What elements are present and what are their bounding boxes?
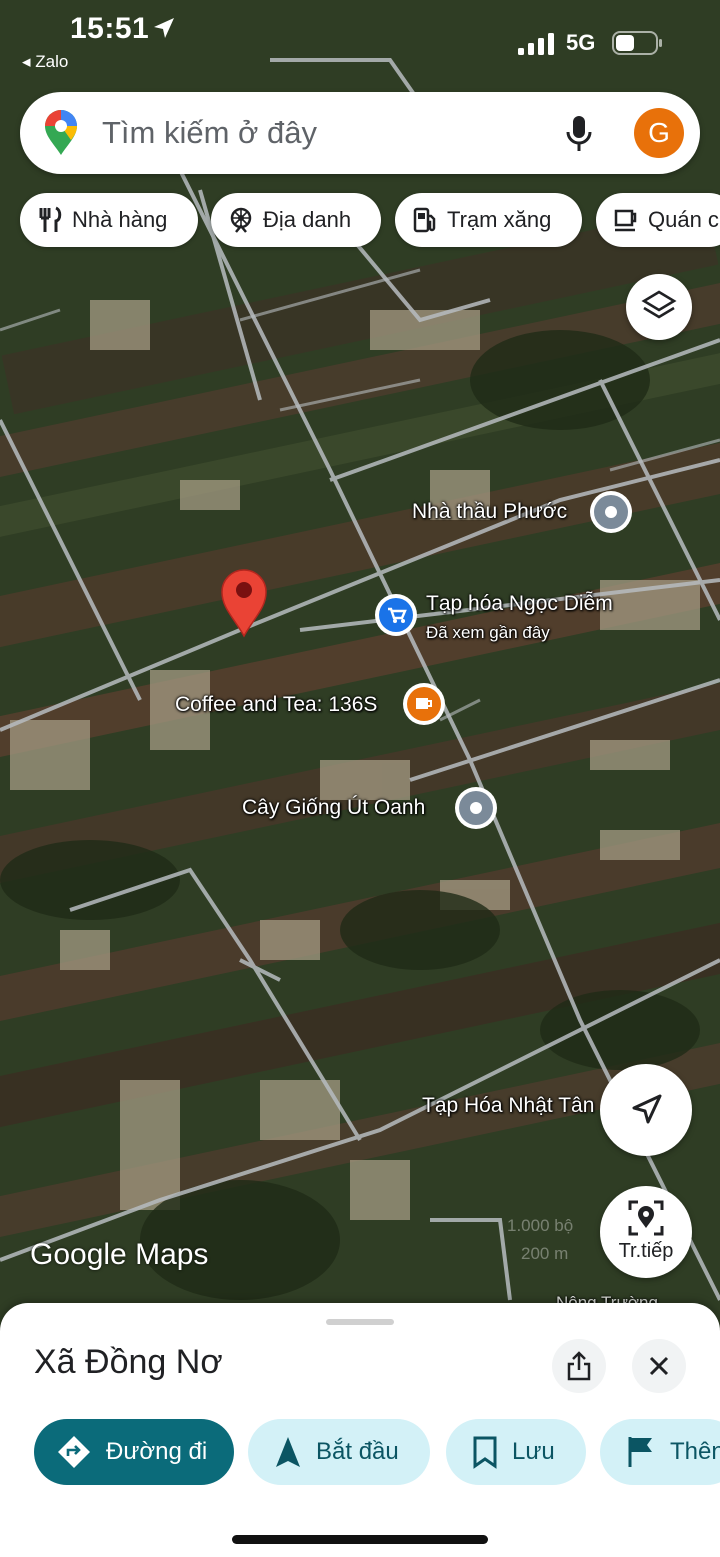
directions-label: Đường đi <box>106 1438 208 1465</box>
place-bottom-sheet[interactable]: Xã Đồng Nơ Đường đi Bắt đầu Lưu Thên <box>0 1303 720 1557</box>
share-button[interactable] <box>552 1339 606 1393</box>
scale-meters: 200 m <box>521 1244 569 1263</box>
chip-attractions[interactable]: Địa danh <box>211 193 381 247</box>
sheet-drag-handle[interactable] <box>326 1319 394 1325</box>
coffee-poi-marker <box>403 683 445 725</box>
grocery-poi-marker <box>375 594 417 636</box>
live-view-icon <box>628 1200 664 1236</box>
poi-label-grocery-sub: Đã xem gần đây <box>426 623 550 642</box>
coffee-icon <box>614 209 637 232</box>
restaurant-icon <box>39 206 62 232</box>
gas-station-icon <box>413 207 436 233</box>
save-button[interactable]: Lưu <box>446 1419 586 1485</box>
my-location-button[interactable] <box>600 1064 692 1156</box>
google-maps-pin-icon <box>45 110 77 155</box>
attraction-icon <box>230 207 252 233</box>
chip-gas-stations-label: Trạm xăng <box>447 207 552 232</box>
start-navigation-icon <box>276 1437 300 1467</box>
save-label: Lưu <box>512 1438 555 1465</box>
contractor-poi-marker <box>590 491 632 533</box>
battery-icon <box>612 31 662 55</box>
close-button[interactable] <box>632 1339 686 1393</box>
directions-button[interactable]: Đường đi <box>34 1419 234 1485</box>
layers-icon <box>641 290 677 319</box>
poi-label-grocery[interactable]: Tạp hóa Ngọc Diễm <box>426 592 613 616</box>
directions-icon <box>58 1436 90 1468</box>
network-type: 5G <box>566 30 596 55</box>
back-to-app-link[interactable]: ◂ Zalo <box>22 52 68 72</box>
status-time: 15:51 <box>70 12 150 45</box>
google-maps-logo: Google Maps <box>30 1238 209 1271</box>
start-button[interactable]: Bắt đầu <box>248 1419 430 1485</box>
navigation-arrow-icon <box>632 1094 662 1124</box>
more-label: Thên <box>670 1438 720 1465</box>
nursery-poi-marker <box>455 787 497 829</box>
chip-gas-stations[interactable]: Trạm xăng <box>395 193 582 247</box>
place-title: Xã Đồng Nơ <box>34 1343 223 1381</box>
more-button[interactable]: Thên <box>600 1419 720 1485</box>
poi-label-contractor[interactable]: Nhà thầu Phước <box>412 500 567 524</box>
chip-restaurants-label: Nhà hàng <box>72 207 168 232</box>
search-input[interactable]: Tìm kiếm ở đây <box>102 115 317 151</box>
chip-attractions-label: Địa danh <box>263 207 352 232</box>
microphone-icon[interactable] <box>564 114 594 154</box>
live-view-button[interactable]: Tr.tiếp <box>600 1186 692 1278</box>
poi-label-grocery2[interactable]: Tạp Hóa Nhật Tân <box>422 1094 600 1118</box>
search-bar[interactable]: Tìm kiếm ở đây G <box>20 92 700 174</box>
status-bar: 15:51 ◂ Zalo 5G <box>0 0 720 80</box>
start-label: Bắt đầu <box>316 1438 399 1465</box>
live-view-label: Tr.tiếp <box>618 1240 674 1262</box>
close-icon <box>649 1356 669 1376</box>
location-arrow-icon <box>154 18 174 38</box>
flag-icon <box>628 1437 652 1467</box>
chip-coffee[interactable]: Quán c <box>596 193 720 247</box>
layers-button[interactable] <box>626 274 692 340</box>
share-icon <box>567 1351 591 1381</box>
home-indicator[interactable] <box>232 1535 488 1544</box>
bookmark-icon <box>473 1436 497 1469</box>
chip-coffee-label: Quán c <box>648 207 719 232</box>
scale-feet: 1.000 bộ <box>507 1216 574 1235</box>
cellular-signal-icon <box>518 33 554 55</box>
map-scale: 1.000 bộ 200 m <box>497 1216 573 1264</box>
poi-label-nursery[interactable]: Cây Giống Út Oanh <box>242 796 425 820</box>
chip-restaurants[interactable]: Nhà hàng <box>20 193 198 247</box>
account-avatar[interactable]: G <box>634 108 684 158</box>
poi-label-coffee[interactable]: Coffee and Tea: 136S <box>175 693 377 717</box>
